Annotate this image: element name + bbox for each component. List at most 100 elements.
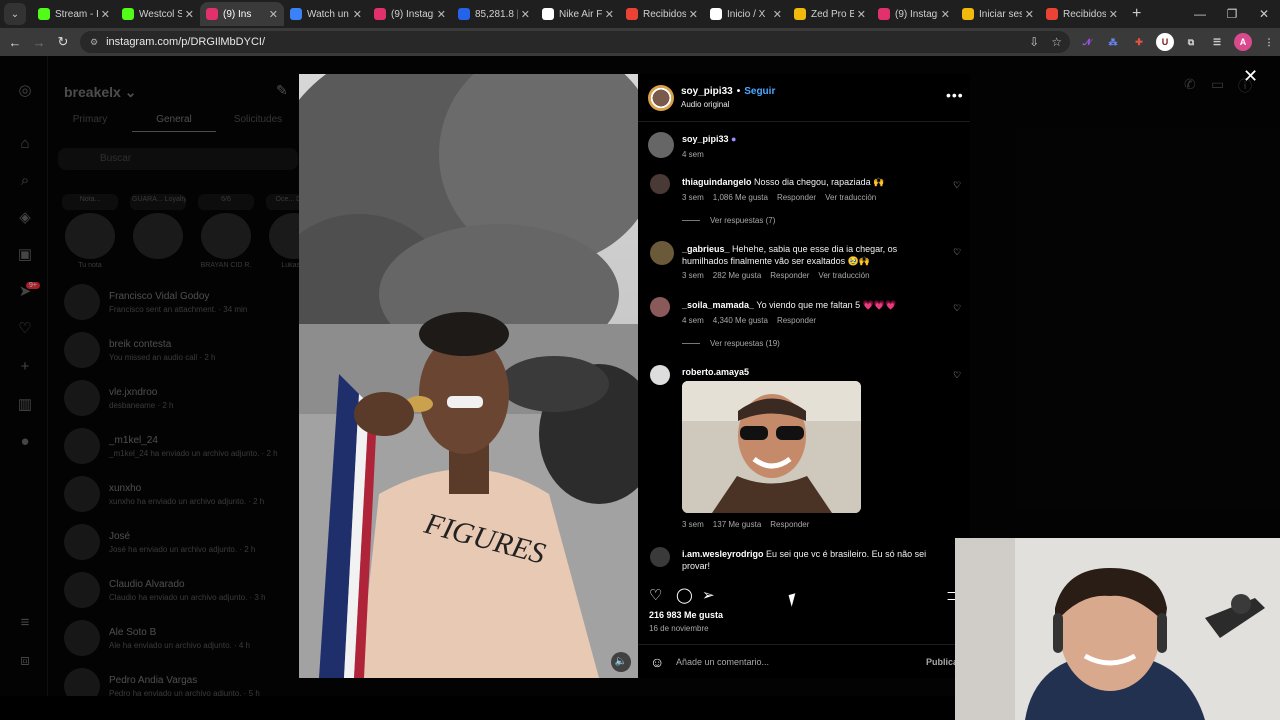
tab-close-icon[interactable]: ✕ [857, 8, 866, 21]
tab-favicon-icon [206, 8, 218, 20]
heart-icon[interactable]: ♡ [953, 180, 961, 191]
tab-close-icon[interactable]: ✕ [773, 8, 782, 21]
tab-title: 85,281.8 | [475, 8, 518, 20]
browser-tab[interactable]: 85,281.8 | ✕ [452, 2, 536, 26]
browser-tab[interactable]: Inicio / X ✕ [704, 2, 788, 26]
comment-username[interactable]: _soila_mamada_ [682, 300, 754, 310]
more-options-icon[interactable]: ••• [946, 87, 964, 103]
ublock-icon[interactable]: U [1156, 33, 1174, 51]
heart-icon[interactable]: ♡ [953, 303, 961, 314]
reply-button[interactable]: Responder [770, 271, 809, 280]
browser-tab[interactable]: Watch un ✕ [284, 2, 368, 26]
profile-avatar[interactable]: A [1234, 33, 1252, 51]
extension-icon[interactable]: 𝒩 [1078, 33, 1096, 51]
audio-label[interactable]: Audio original [681, 100, 729, 109]
post-image-illustration: FIGURES [299, 74, 638, 678]
browser-tab[interactable]: Iniciar ses ✕ [956, 2, 1040, 26]
browser-tab[interactable]: (9) Ins ✕ [200, 2, 284, 26]
browser-tab[interactable]: Westcol St✕ [116, 2, 200, 26]
site-info-icon[interactable]: ⚙ [90, 37, 98, 48]
tab-close-icon[interactable]: ✕ [101, 8, 110, 21]
extension-icon[interactable]: ⁂ [1104, 33, 1122, 51]
browser-tab[interactable]: Nike Air F ✕ [536, 2, 620, 26]
reload-button[interactable]: ↻ [51, 34, 75, 50]
speaker-icon[interactable]: 🔈 [611, 652, 631, 672]
comment-likes[interactable]: 282 Me gusta [713, 271, 761, 280]
forward-button[interactable]: → [27, 35, 51, 50]
close-modal-icon[interactable]: ✕ [1243, 66, 1258, 87]
close-window-icon[interactable]: ✕ [1248, 7, 1280, 21]
tab-close-icon[interactable]: ✕ [605, 8, 614, 21]
comment-avatar[interactable] [650, 174, 670, 194]
back-button[interactable]: ← [3, 35, 27, 50]
tab-search-button[interactable]: ⌄ [4, 3, 26, 25]
comment-username[interactable]: _gabrieus_ [682, 244, 730, 254]
extensions-puzzle-icon[interactable]: ⧉ [1182, 33, 1200, 51]
gif-illustration [682, 381, 861, 513]
comment-avatar[interactable] [650, 241, 674, 265]
share-icon[interactable]: ➢ [702, 586, 715, 604]
view-replies-button[interactable]: Ver respuestas (7) [682, 216, 775, 225]
browser-menu-icon[interactable]: ⋮ [1260, 33, 1278, 51]
tab-favicon-icon [962, 8, 974, 20]
browser-tab-bar: ⌄ Stream - K✕Westcol St✕(9) Ins✕Watch un… [0, 0, 1280, 28]
follow-button[interactable]: Seguir [744, 86, 775, 97]
author-username[interactable]: soy_pipi33 [681, 86, 733, 97]
comment-avatar[interactable] [650, 297, 670, 317]
comment-avatar[interactable] [650, 547, 670, 567]
extension-icon[interactable]: ✚ [1130, 33, 1148, 51]
address-bar[interactable]: ⚙ instagram.com/p/DRGIlMbDYCI/ ⇩ ☆ [80, 31, 1070, 53]
translate-button[interactable]: Ver traducción [818, 271, 869, 280]
heart-icon[interactable]: ♡ [953, 370, 961, 381]
browser-tab[interactable]: Recibidos ✕ [1040, 2, 1124, 26]
comment-likes[interactable]: 1,086 Me gusta [713, 193, 768, 202]
tab-close-icon[interactable]: ✕ [269, 8, 278, 21]
translate-button[interactable]: Ver traducción [825, 193, 876, 202]
comment-username[interactable]: roberto.amaya5 [682, 367, 749, 377]
comment-likes[interactable]: 4,340 Me gusta [713, 316, 768, 325]
reply-button[interactable]: Responder [770, 520, 809, 529]
post-date: 16 de noviembre [649, 624, 709, 633]
tab-close-icon[interactable]: ✕ [437, 8, 446, 21]
reading-list-icon[interactable]: ☰ [1208, 33, 1226, 51]
tab-close-icon[interactable]: ✕ [941, 8, 950, 21]
browser-tab[interactable]: (9) Instagr ✕ [872, 2, 956, 26]
reply-button[interactable]: Responder [777, 316, 816, 325]
restore-icon[interactable]: ❐ [1216, 7, 1248, 21]
minimize-icon[interactable]: — [1184, 7, 1216, 21]
caption-username[interactable]: soy_pipi33 [682, 134, 729, 144]
tab-close-icon[interactable]: ✕ [1025, 8, 1034, 21]
browser-tab[interactable]: Recibidos ✕ [620, 2, 704, 26]
tab-favicon-icon [1046, 8, 1058, 20]
bookmark-star-icon[interactable]: ☆ [1051, 35, 1062, 49]
tab-close-icon[interactable]: ✕ [353, 8, 362, 21]
author-avatar[interactable] [648, 85, 674, 111]
comment-icon[interactable]: ◯ [676, 586, 693, 604]
comment-input[interactable]: Añade un comentario... [676, 657, 769, 667]
publish-button[interactable]: Publica [926, 657, 958, 667]
comment-avatar[interactable] [650, 365, 670, 385]
comment-username[interactable]: thiaguindangelo [682, 177, 752, 187]
browser-tab[interactable]: Stream - K✕ [32, 2, 116, 26]
caption-avatar[interactable] [648, 132, 674, 158]
comment-likes[interactable]: 137 Me gusta [713, 520, 761, 529]
tab-close-icon[interactable]: ✕ [521, 8, 530, 21]
reply-button[interactable]: Responder [777, 193, 816, 202]
view-replies-button[interactable]: Ver respuestas (19) [682, 339, 780, 348]
tab-title: Nike Air F [559, 8, 602, 20]
tab-close-icon[interactable]: ✕ [689, 8, 698, 21]
emoji-icon[interactable]: ☺ [650, 654, 664, 670]
heart-icon[interactable]: ♡ [649, 586, 662, 604]
install-app-icon[interactable]: ⇩ [1029, 35, 1039, 49]
tab-close-icon[interactable]: ✕ [1109, 8, 1118, 21]
like-count[interactable]: 216 983 Me gusta [649, 610, 723, 620]
tab-close-icon[interactable]: ✕ [185, 8, 194, 21]
comment-gif[interactable] [682, 381, 861, 513]
browser-tab[interactable]: (9) Instagr ✕ [368, 2, 452, 26]
new-tab-button[interactable]: + [1132, 5, 1141, 23]
heart-icon[interactable]: ♡ [953, 247, 961, 258]
browser-tab[interactable]: Zed Pro B ✕ [788, 2, 872, 26]
post-photo[interactable]: FIGURES 🔈 [299, 74, 638, 678]
tab-favicon-icon [710, 8, 722, 20]
comment-username[interactable]: i.am.wesleyrodrigo [682, 549, 764, 559]
